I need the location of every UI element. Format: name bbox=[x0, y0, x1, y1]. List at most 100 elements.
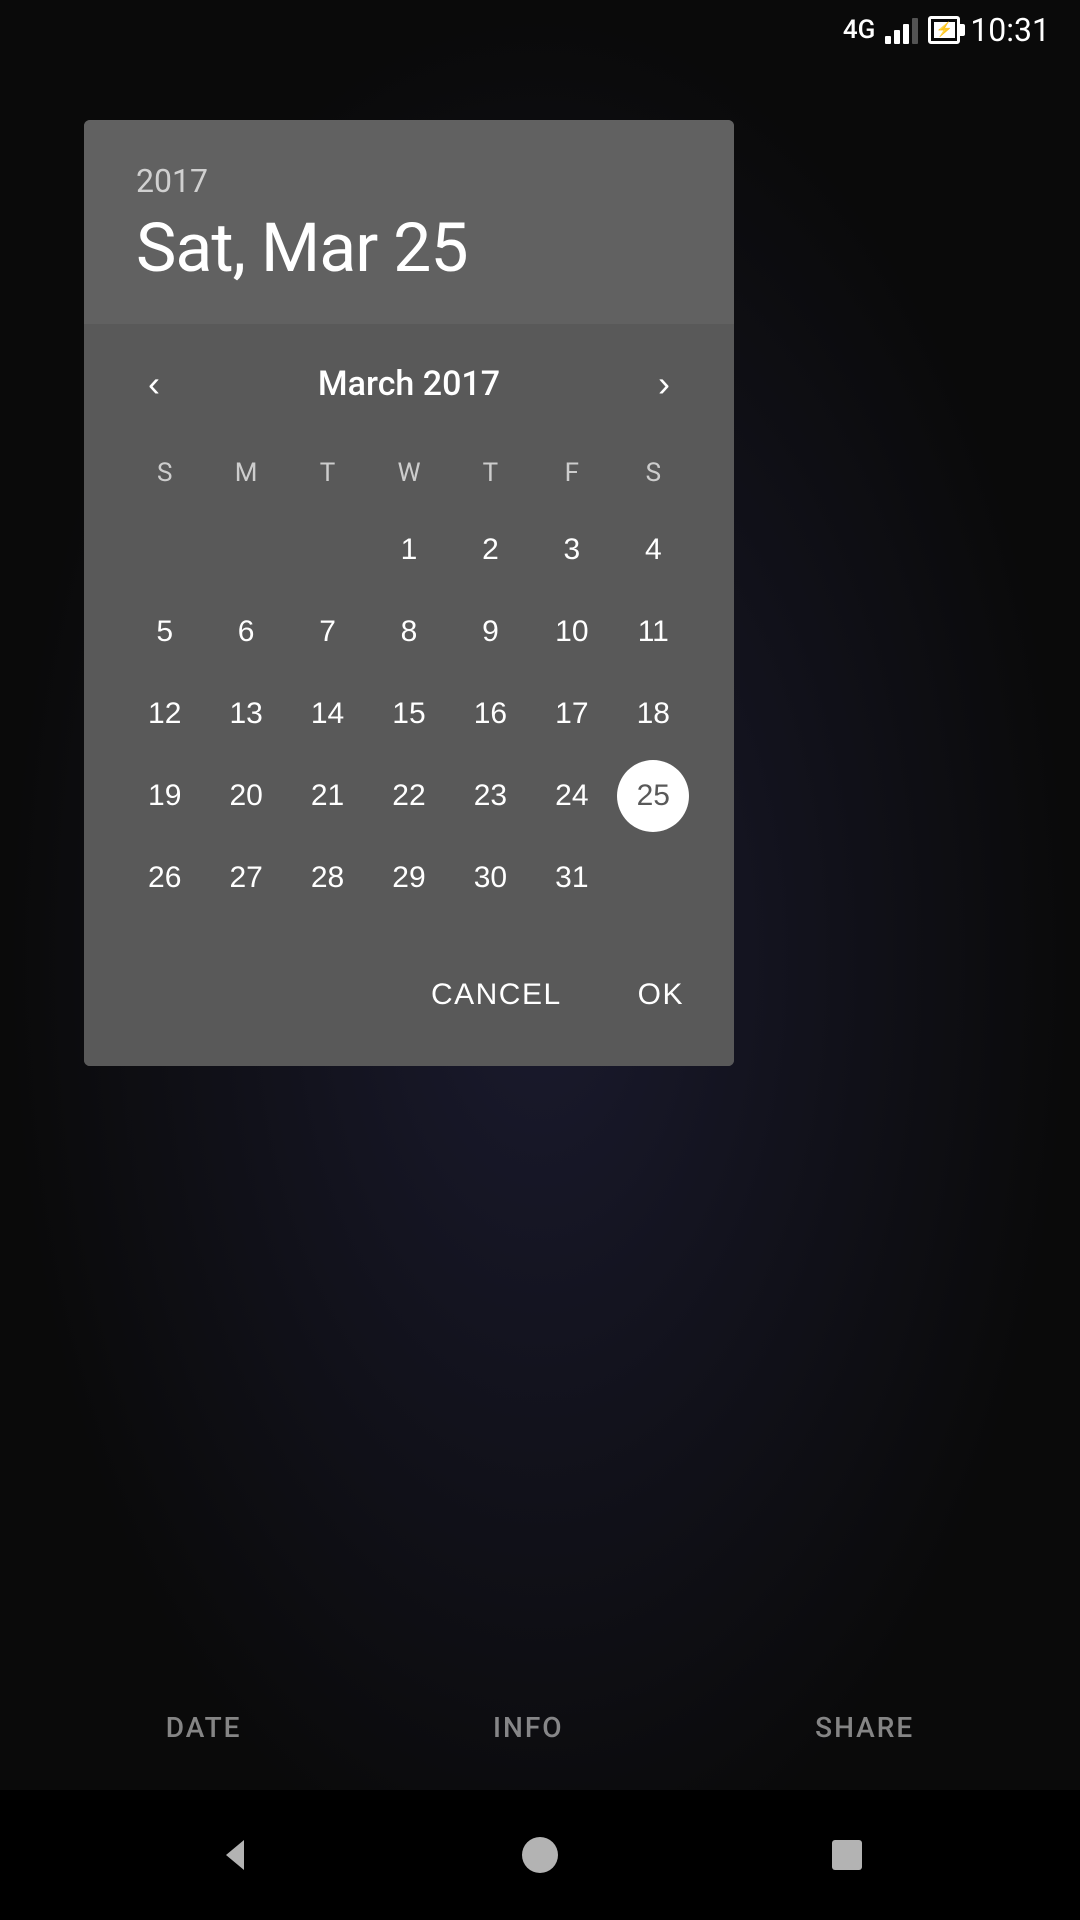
calendar-cell-2: 2 bbox=[450, 512, 531, 588]
calendar-cell-4: 4 bbox=[613, 512, 694, 588]
dialog-actions: CANCEL OK bbox=[84, 936, 734, 1066]
day-button-31[interactable]: 31 bbox=[536, 842, 608, 914]
day-headers: S M T W T F S bbox=[124, 450, 694, 496]
day-header-wed: W bbox=[368, 450, 449, 496]
ok-button[interactable]: OK bbox=[630, 966, 692, 1024]
bottom-tabs: DATE INFO SHARE bbox=[0, 1695, 1080, 1760]
day-button-1[interactable]: 1 bbox=[373, 514, 445, 586]
day-button-16[interactable]: 16 bbox=[454, 678, 526, 750]
day-button-8[interactable]: 8 bbox=[373, 596, 445, 668]
battery-icon: ⚡ bbox=[928, 16, 960, 44]
calendar-cell-14: 14 bbox=[287, 676, 368, 752]
next-month-button[interactable]: › bbox=[634, 354, 694, 414]
calendar-cell-empty bbox=[287, 512, 368, 588]
calendar-cell-31: 31 bbox=[531, 840, 612, 916]
day-button-19[interactable]: 19 bbox=[129, 760, 201, 832]
calendar-cell-17: 17 bbox=[531, 676, 612, 752]
selected-date: Sat, Mar 25 bbox=[136, 208, 682, 288]
network-type-label: 4G bbox=[843, 15, 876, 45]
calendar-cell-23: 23 bbox=[450, 758, 531, 834]
calendar-cell-28: 28 bbox=[287, 840, 368, 916]
calendar-cell-1: 1 bbox=[368, 512, 449, 588]
day-header-mon: M bbox=[205, 450, 286, 496]
calendar-cell-27: 27 bbox=[205, 840, 286, 916]
calendar-cell-22: 22 bbox=[368, 758, 449, 834]
day-button-23[interactable]: 23 bbox=[454, 760, 526, 832]
calendar-cell-empty bbox=[205, 512, 286, 588]
day-button-17[interactable]: 17 bbox=[536, 678, 608, 750]
day-header-fri: F bbox=[531, 450, 612, 496]
recents-button[interactable] bbox=[817, 1825, 877, 1885]
calendar-cell-16: 16 bbox=[450, 676, 531, 752]
calendar-cell-11: 11 bbox=[613, 594, 694, 670]
tab-info[interactable]: INFO bbox=[463, 1695, 594, 1760]
calendar-cell-26: 26 bbox=[124, 840, 205, 916]
prev-month-button[interactable]: ‹ bbox=[124, 354, 184, 414]
tab-share[interactable]: SHARE bbox=[785, 1695, 944, 1760]
calendar-cell-21: 21 bbox=[287, 758, 368, 834]
calendar-area: ‹ March 2017 › S M T W T F S 1 bbox=[84, 324, 734, 936]
day-button-20[interactable]: 20 bbox=[210, 760, 282, 832]
back-arrow-icon bbox=[212, 1834, 254, 1876]
day-button-15[interactable]: 15 bbox=[373, 678, 445, 750]
day-button-13[interactable]: 13 bbox=[210, 678, 282, 750]
status-bar: 4G ⚡ 10:31 bbox=[0, 0, 1080, 60]
day-button-4[interactable]: 4 bbox=[617, 514, 689, 586]
calendar-cell-10: 10 bbox=[531, 594, 612, 670]
day-button-3[interactable]: 3 bbox=[536, 514, 608, 586]
calendar-cell-24: 24 bbox=[531, 758, 612, 834]
day-button-14[interactable]: 14 bbox=[292, 678, 364, 750]
recents-square-icon bbox=[828, 1836, 866, 1874]
right-arrow-icon: › bbox=[658, 363, 670, 405]
selected-year: 2017 bbox=[136, 162, 682, 200]
system-nav-bar bbox=[0, 1790, 1080, 1920]
day-button-29[interactable]: 29 bbox=[373, 842, 445, 914]
home-button[interactable] bbox=[510, 1825, 570, 1885]
day-button-12[interactable]: 12 bbox=[129, 678, 201, 750]
calendar-cell-30: 30 bbox=[450, 840, 531, 916]
day-button-9[interactable]: 9 bbox=[454, 596, 526, 668]
clock-time: 10:31 bbox=[970, 11, 1050, 49]
back-button[interactable] bbox=[203, 1825, 263, 1885]
day-button-18[interactable]: 18 bbox=[617, 678, 689, 750]
calendar-cell-empty bbox=[124, 512, 205, 588]
day-button-5[interactable]: 5 bbox=[129, 596, 201, 668]
calendar-cell-8: 8 bbox=[368, 594, 449, 670]
day-header-sat: S bbox=[613, 450, 694, 496]
signal-icon bbox=[885, 16, 918, 44]
calendar-grid: 1 2 3 4 5 6 7 8 bbox=[124, 512, 694, 916]
day-button-11[interactable]: 11 bbox=[617, 596, 689, 668]
day-header-sun: S bbox=[124, 450, 205, 496]
calendar-cell-5: 5 bbox=[124, 594, 205, 670]
day-button-7[interactable]: 7 bbox=[292, 596, 364, 668]
dialog-header: 2017 Sat, Mar 25 bbox=[84, 120, 734, 324]
calendar-cell-12: 12 bbox=[124, 676, 205, 752]
month-year-label: March 2017 bbox=[318, 364, 500, 404]
day-button-24[interactable]: 24 bbox=[536, 760, 608, 832]
day-header-thu: T bbox=[450, 450, 531, 496]
day-button-27[interactable]: 27 bbox=[210, 842, 282, 914]
day-button-21[interactable]: 21 bbox=[292, 760, 364, 832]
day-button-30[interactable]: 30 bbox=[454, 842, 526, 914]
calendar-cell-empty-end bbox=[613, 840, 694, 916]
cancel-button[interactable]: CANCEL bbox=[423, 966, 570, 1024]
day-button-6[interactable]: 6 bbox=[210, 596, 282, 668]
day-button-28[interactable]: 28 bbox=[292, 842, 364, 914]
day-button-10[interactable]: 10 bbox=[536, 596, 608, 668]
month-navigation: ‹ March 2017 › bbox=[124, 354, 694, 414]
day-button-2[interactable]: 2 bbox=[454, 514, 526, 586]
date-picker-dialog: 2017 Sat, Mar 25 ‹ March 2017 › S M T W … bbox=[84, 120, 734, 1066]
status-icons: 4G ⚡ 10:31 bbox=[843, 11, 1050, 49]
calendar-cell-13: 13 bbox=[205, 676, 286, 752]
calendar-cell-25: 25 bbox=[613, 758, 694, 834]
calendar-cell-3: 3 bbox=[531, 512, 612, 588]
tab-date[interactable]: DATE bbox=[136, 1695, 272, 1760]
calendar-cell-9: 9 bbox=[450, 594, 531, 670]
day-button-26[interactable]: 26 bbox=[129, 842, 201, 914]
day-button-25[interactable]: 25 bbox=[617, 760, 689, 832]
left-arrow-icon: ‹ bbox=[148, 363, 160, 405]
calendar-cell-19: 19 bbox=[124, 758, 205, 834]
calendar-cell-29: 29 bbox=[368, 840, 449, 916]
day-button-22[interactable]: 22 bbox=[373, 760, 445, 832]
calendar-cell-18: 18 bbox=[613, 676, 694, 752]
